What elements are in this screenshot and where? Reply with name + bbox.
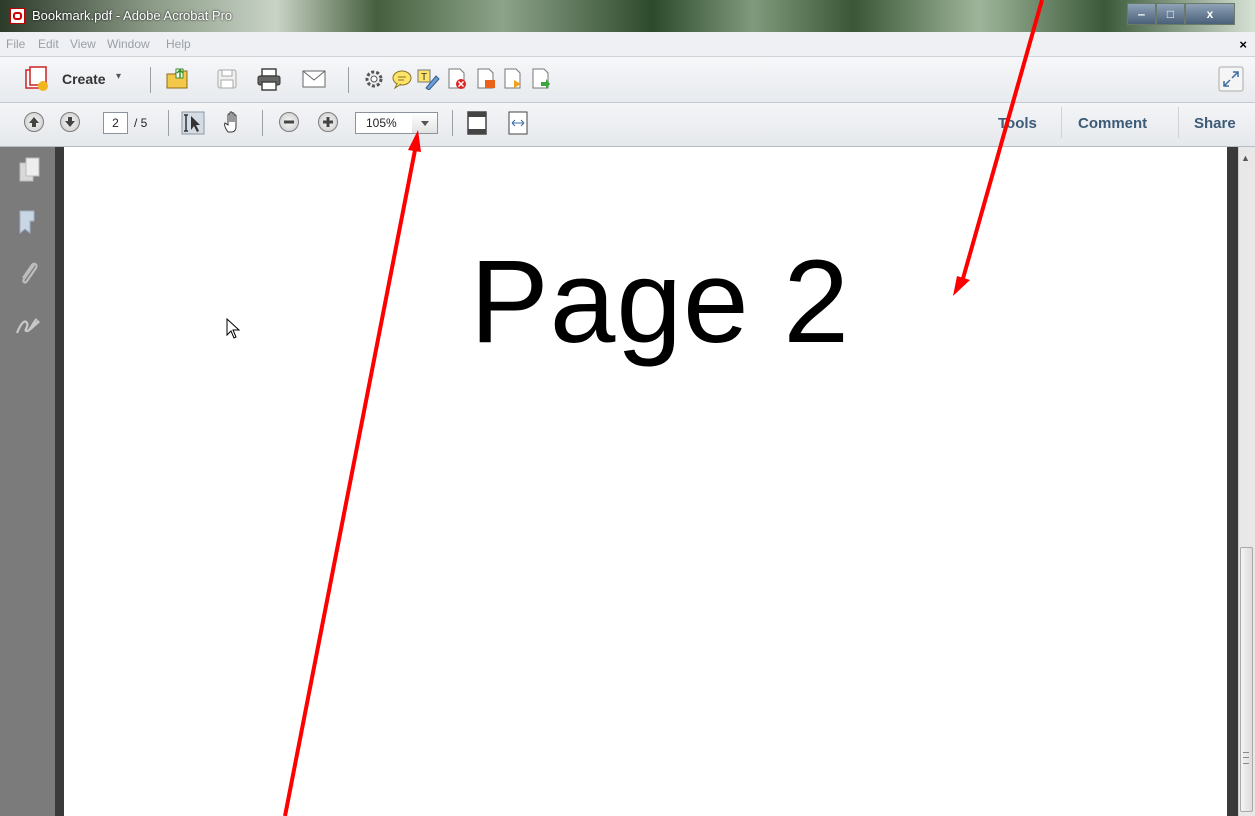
zoom-in-button[interactable] xyxy=(318,112,338,132)
minus-icon xyxy=(284,120,294,124)
comment-icon[interactable] xyxy=(391,69,413,89)
mouse-cursor-icon xyxy=(226,318,241,339)
fit-page-icon[interactable] xyxy=(466,111,488,135)
arrow-up-icon xyxy=(29,117,39,127)
share-pane-button[interactable]: Share xyxy=(1194,115,1236,132)
scrollbar-thumb[interactable] xyxy=(1240,547,1253,812)
acrobat-app-icon[interactable] xyxy=(10,8,25,24)
menu-file[interactable]: File xyxy=(6,37,25,51)
select-tool-icon[interactable] xyxy=(181,111,205,135)
maximize-button[interactable]: □ xyxy=(1156,3,1185,25)
page-thumbnails-icon[interactable] xyxy=(18,157,42,185)
menu-window[interactable]: Window xyxy=(107,37,150,51)
insert-pages-icon[interactable] xyxy=(502,68,524,90)
next-page-button[interactable] xyxy=(60,112,80,132)
zoom-dropdown-button[interactable] xyxy=(412,112,438,134)
hand-tool-icon[interactable] xyxy=(220,110,246,136)
tools-pane-button[interactable]: Tools xyxy=(998,115,1037,132)
close-document-button[interactable]: × xyxy=(1239,37,1247,52)
page-total-label: / 5 xyxy=(134,116,148,130)
menu-view[interactable]: View xyxy=(70,37,96,51)
navigation-pane-splitter[interactable] xyxy=(55,147,64,816)
svg-text:T: T xyxy=(421,72,427,83)
toolbar-divider xyxy=(150,67,151,93)
previous-page-button[interactable] xyxy=(24,112,44,132)
menu-edit[interactable]: Edit xyxy=(38,37,59,51)
extract-pages-icon[interactable] xyxy=(475,68,497,90)
document-edge xyxy=(1227,147,1238,816)
title-bar: Bookmark.pdf - Adobe Acrobat Pro ‒ □ x xyxy=(0,0,1255,32)
main-toolbar: Create ▾ T xyxy=(0,57,1255,103)
arrow-down-icon xyxy=(65,117,75,127)
page-content-text: Page 2 xyxy=(470,236,850,368)
menu-help[interactable]: Help xyxy=(166,37,191,51)
create-button[interactable]: Create xyxy=(62,71,106,87)
create-dropdown-caret[interactable]: ▾ xyxy=(116,71,121,82)
open-folder-icon[interactable] xyxy=(165,66,191,92)
gear-icon[interactable] xyxy=(364,69,384,89)
email-icon[interactable] xyxy=(302,70,326,88)
toolbar-divider xyxy=(452,110,453,136)
zoom-level-input[interactable]: 105% xyxy=(355,112,413,134)
save-icon[interactable] xyxy=(216,68,238,90)
zoom-out-button[interactable] xyxy=(279,112,299,132)
navigation-pane xyxy=(0,147,55,816)
page-number-input[interactable]: 2 xyxy=(103,112,128,134)
menu-bar: File Edit View Window Help × xyxy=(0,32,1255,57)
signatures-icon[interactable] xyxy=(15,315,43,337)
window-title: Bookmark.pdf - Adobe Acrobat Pro xyxy=(32,8,233,23)
delete-pages-icon[interactable] xyxy=(446,68,468,90)
comment-pane-button[interactable]: Comment xyxy=(1078,115,1147,132)
replace-pages-icon[interactable] xyxy=(530,68,552,90)
attachments-icon[interactable] xyxy=(17,259,41,289)
print-icon[interactable] xyxy=(256,67,282,91)
highlight-text-icon[interactable]: T xyxy=(416,68,440,90)
plus-icon xyxy=(323,117,333,127)
toolbar-divider xyxy=(348,67,349,93)
fit-width-icon[interactable] xyxy=(507,111,529,135)
minimize-button[interactable]: ‒ xyxy=(1127,3,1156,25)
toolbar-divider xyxy=(1061,107,1062,138)
scrollbar-grip xyxy=(1243,752,1249,764)
toolbar-divider xyxy=(1178,107,1179,138)
create-pdf-icon[interactable] xyxy=(24,66,50,92)
toolbar-divider xyxy=(168,110,169,136)
close-window-button[interactable]: x xyxy=(1185,3,1235,25)
full-screen-icon[interactable] xyxy=(1218,66,1244,92)
toolbar-divider xyxy=(262,110,263,136)
bookmarks-icon[interactable] xyxy=(18,209,38,235)
scroll-up-arrow[interactable]: ▲ xyxy=(1241,153,1250,163)
